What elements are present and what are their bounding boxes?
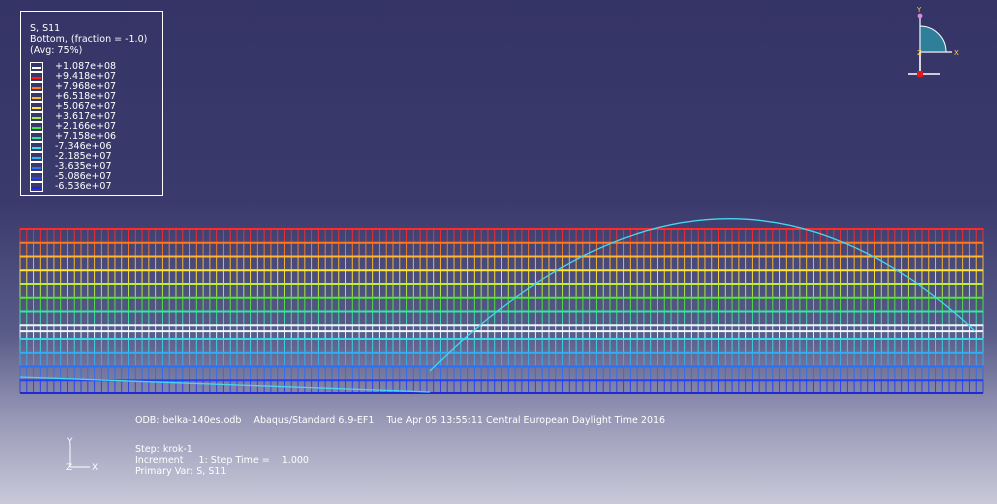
legend-swatch-color (32, 177, 41, 179)
legend-swatch-color (32, 167, 41, 169)
mesh-band-edges (19, 283, 984, 297)
legend-swatch-color (32, 77, 41, 79)
mesh-band-edges (19, 351, 984, 366)
primary-var-info-line: Primary Var: S, S11 (135, 466, 227, 477)
legend-swatch-color (32, 107, 41, 109)
odb-info-line: ODB: belka-140es.odb Abaqus/Standard 6.9… (135, 415, 666, 426)
legend-swatch (30, 112, 43, 122)
legend-swatch (30, 72, 43, 82)
view-triad-z-label: Z (917, 49, 922, 57)
mesh-band-edges (19, 310, 984, 325)
legend-swatch (30, 122, 43, 132)
mesh-band-edges (19, 365, 984, 380)
mesh-band-edges (19, 379, 984, 393)
contour-legend: S, S11 Bottom, (fraction = -1.0) (Avg: 7… (20, 11, 163, 196)
legend-swatch (30, 142, 43, 152)
triad-x-label: X (92, 463, 98, 473)
legend-swatch-color (32, 187, 41, 189)
increment-info-line: Increment 1: Step Time = 1.000 (135, 455, 309, 466)
view-triad-x-label: X (954, 49, 959, 57)
legend-swatch-color (32, 157, 41, 159)
legend-swatch (30, 102, 43, 112)
mesh-band-edges (19, 255, 984, 270)
legend-swatch-color (32, 137, 41, 139)
legend-swatch (30, 152, 43, 162)
step-info-line: Step: krok-1 (135, 444, 193, 455)
legend-title-averaging: (Avg: 75%) (30, 45, 83, 56)
triad-z-label: Z (66, 463, 72, 473)
result-curve-arc (429, 218, 976, 372)
legend-swatch (30, 182, 43, 192)
legend-swatch (30, 82, 43, 92)
legend-entry: -6.536e+07 (30, 181, 158, 192)
legend-swatch (30, 62, 43, 72)
legend-swatch-color (32, 97, 41, 99)
legend-swatch (30, 92, 43, 102)
legend-swatch-color (32, 87, 41, 89)
legend-swatch-color (32, 117, 41, 119)
coordinate-triad-icon: Y X Z (66, 437, 98, 473)
legend-swatch-color (32, 67, 41, 69)
legend-title-section: Bottom, (fraction = -1.0) (30, 34, 148, 45)
mesh-band-edges (19, 269, 984, 283)
triad-y-label: Y (66, 437, 73, 447)
legend-swatch (30, 132, 43, 142)
viewport[interactable]: S, S11 Bottom, (fraction = -1.0) (Avg: 7… (0, 0, 997, 504)
view-triad-icon: Y X Z (908, 6, 959, 77)
mesh-band-edges (19, 241, 984, 256)
legend-swatch (30, 162, 43, 172)
legend-swatch-color (32, 127, 41, 129)
view-triad-y-label: Y (916, 6, 922, 14)
legend-label: -6.536e+07 (55, 181, 112, 192)
mesh-band-edges (19, 338, 984, 352)
legend-title-variable: S, S11 (30, 23, 61, 34)
legend-swatch-color (32, 147, 41, 149)
legend-swatch (30, 172, 43, 182)
